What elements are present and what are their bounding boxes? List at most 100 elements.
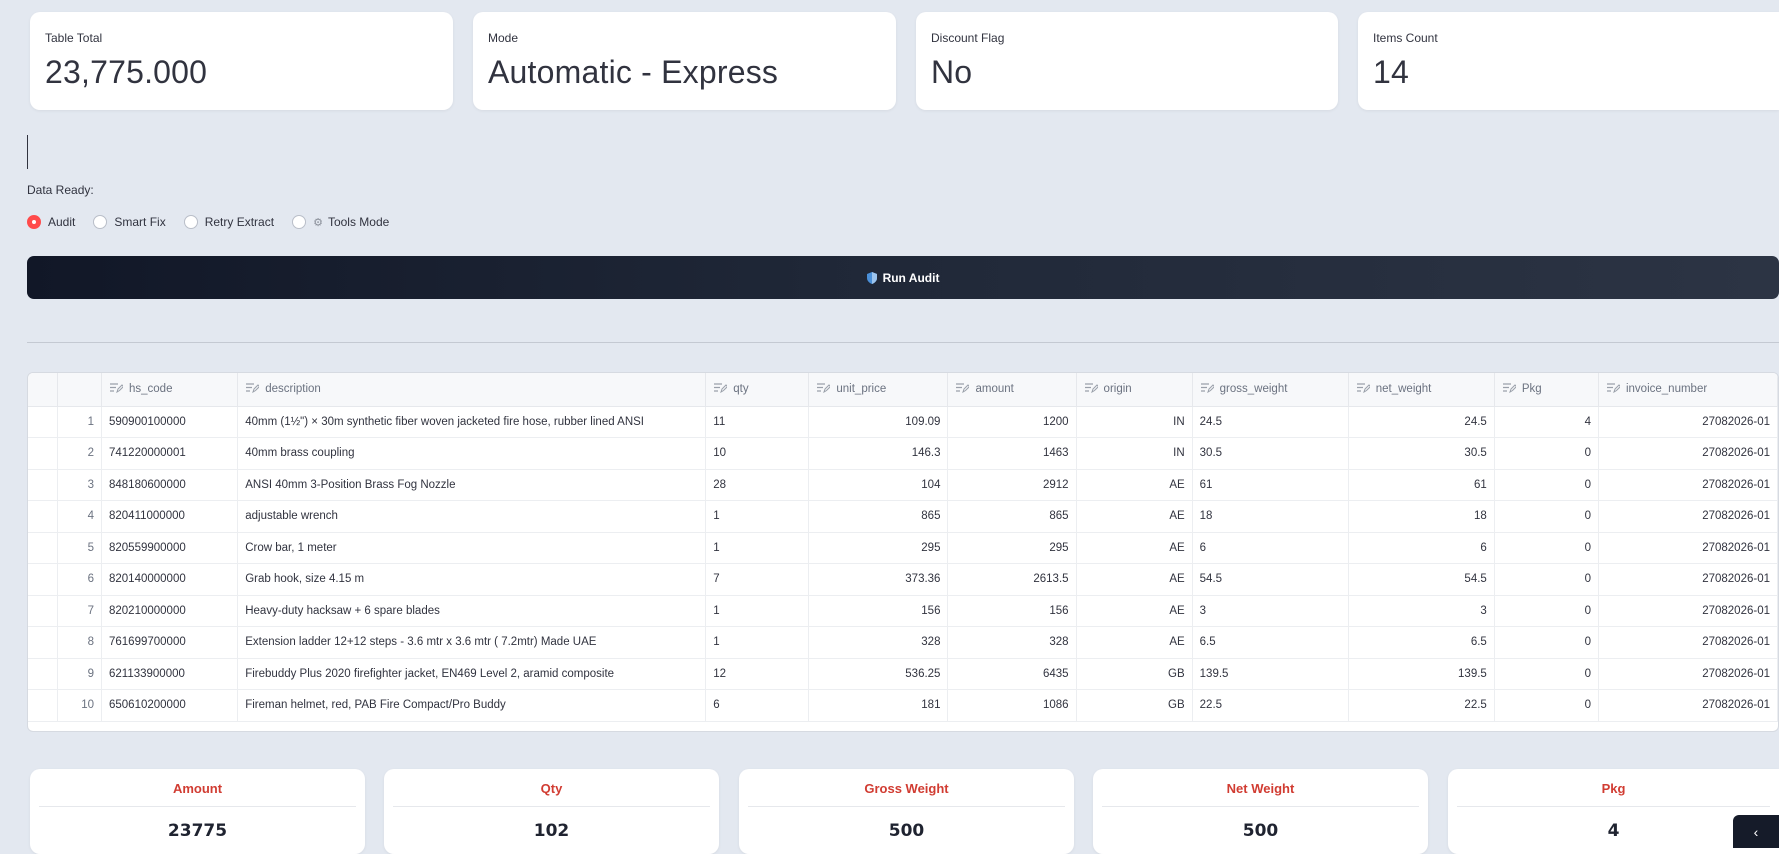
column-header-invoice-number[interactable]: invoice_number	[1598, 373, 1778, 407]
table-cell[interactable]: 0	[1494, 563, 1599, 596]
table-cell[interactable]: 156	[947, 595, 1077, 627]
table-cell[interactable]: IN	[1076, 437, 1193, 470]
table-cell[interactable]: 761699700000	[101, 626, 239, 659]
radio-tools-mode[interactable]: ⚙ Tools Mode	[292, 215, 389, 229]
table-cell[interactable]: 0	[1494, 689, 1599, 722]
radio-audit[interactable]: Audit	[27, 215, 75, 229]
radio-button[interactable]	[183, 215, 198, 229]
table-cell[interactable]: 27082026-01	[1598, 689, 1778, 722]
table-cell[interactable]: 10	[705, 437, 810, 470]
table-cell[interactable]: 27082026-01	[1598, 563, 1778, 596]
table-cell[interactable]: 3	[1348, 595, 1495, 627]
table-row[interactable]: 5 820559900000 Crow bar, 1 meter 1 295 295 AE 6…	[28, 532, 1778, 564]
table-cell[interactable]: 30.5	[1348, 437, 1495, 470]
table-cell[interactable]: 865	[947, 500, 1077, 533]
table-cell[interactable]: Crow bar, 1 meter	[237, 532, 707, 564]
table-cell[interactable]: 2613.5	[947, 563, 1077, 596]
table-cell[interactable]: 0	[1494, 626, 1599, 659]
column-header-description[interactable]: description	[237, 373, 707, 407]
table-cell[interactable]: 4	[1494, 406, 1599, 438]
table-cell[interactable]: 22.5	[1348, 689, 1495, 722]
table-cell[interactable]: 820210000000	[101, 595, 239, 627]
table-cell[interactable]: 6	[1192, 532, 1349, 564]
table-cell[interactable]: 54.5	[1192, 563, 1349, 596]
table-cell[interactable]: 156	[808, 595, 949, 627]
radio-smart-fix[interactable]: Smart Fix	[93, 215, 166, 229]
table-cell[interactable]: 295	[947, 532, 1077, 564]
table-cell[interactable]: 27082026-01	[1598, 500, 1778, 533]
column-header-amount[interactable]: amount	[947, 373, 1077, 407]
radio-button[interactable]	[292, 215, 307, 229]
table-cell[interactable]: 1	[705, 532, 810, 564]
table-cell[interactable]: 3	[1192, 595, 1349, 627]
column-header-pkg[interactable]: Pkg	[1494, 373, 1599, 407]
row-select-cell[interactable]	[28, 532, 59, 564]
table-cell[interactable]: 61	[1348, 469, 1495, 501]
column-header-unit-price[interactable]: unit_price	[808, 373, 949, 407]
table-cell[interactable]: 181	[808, 689, 949, 722]
table-cell[interactable]: 109.09	[808, 406, 949, 438]
table-cell[interactable]: AE	[1076, 595, 1193, 627]
row-select-cell[interactable]	[28, 500, 59, 533]
table-cell[interactable]: 1200	[947, 406, 1077, 438]
table-cell[interactable]: ANSI 40mm 3-Position Brass Fog Nozzle	[237, 469, 707, 501]
table-cell[interactable]: 1	[705, 626, 810, 659]
data-grid[interactable]: hs_code description qty unit_price amoun…	[27, 372, 1779, 732]
radio-button-checked[interactable]	[27, 215, 41, 229]
table-cell[interactable]: 865	[808, 500, 949, 533]
row-select-cell[interactable]	[28, 406, 59, 438]
table-cell[interactable]: 295	[808, 532, 949, 564]
table-row[interactable]: 2 741220000001 40mm brass coupling 10 146.3 1…	[28, 437, 1778, 470]
table-row[interactable]: 10 650610200000 Fireman helmet, red, PAB F…	[28, 689, 1778, 722]
table-cell[interactable]: 590900100000	[101, 406, 239, 438]
table-cell[interactable]: 0	[1494, 437, 1599, 470]
table-cell[interactable]: Extension ladder 12+12 steps - 3.6 mtr x…	[237, 626, 707, 659]
table-cell[interactable]: 6.5	[1192, 626, 1349, 659]
table-cell[interactable]: AE	[1076, 563, 1193, 596]
table-cell[interactable]: 1086	[947, 689, 1077, 722]
table-row[interactable]: 7 820210000000 Heavy-duty hacksaw + 6 spar…	[28, 595, 1778, 627]
radio-retry-extract[interactable]: Retry Extract	[183, 215, 274, 229]
table-row[interactable]: 8 761699700000 Extension ladder 12+12 step…	[28, 626, 1778, 659]
table-cell[interactable]: 24.5	[1348, 406, 1495, 438]
table-cell[interactable]: 22.5	[1192, 689, 1349, 722]
table-cell[interactable]: 0	[1494, 532, 1599, 564]
table-cell[interactable]: 27082026-01	[1598, 437, 1778, 470]
column-header-net-weight[interactable]: net_weight	[1348, 373, 1495, 407]
table-cell[interactable]: 328	[947, 626, 1077, 659]
table-cell[interactable]: 621133900000	[101, 658, 239, 690]
table-cell[interactable]: GB	[1076, 658, 1193, 690]
column-header-origin[interactable]: origin	[1076, 373, 1193, 407]
table-cell[interactable]: 18	[1348, 500, 1495, 533]
table-cell[interactable]: AE	[1076, 626, 1193, 659]
row-select-cell[interactable]	[28, 689, 59, 722]
table-cell[interactable]: 0	[1494, 658, 1599, 690]
row-select-cell[interactable]	[28, 595, 59, 627]
row-select-cell[interactable]	[28, 626, 59, 659]
table-cell[interactable]: 40mm (1½") × 30m synthetic fiber woven j…	[237, 406, 707, 438]
collapse-panel-button[interactable]: ‹	[1733, 815, 1779, 848]
table-cell[interactable]: 54.5	[1348, 563, 1495, 596]
table-cell[interactable]: 30.5	[1192, 437, 1349, 470]
table-cell[interactable]: 18	[1192, 500, 1349, 533]
table-cell[interactable]: 536.25	[808, 658, 949, 690]
table-cell[interactable]: 27082026-01	[1598, 658, 1778, 690]
table-cell[interactable]: 139.5	[1348, 658, 1495, 690]
table-cell[interactable]: 12	[705, 658, 810, 690]
table-cell[interactable]: 0	[1494, 595, 1599, 627]
table-cell[interactable]: 6	[1348, 532, 1495, 564]
table-cell[interactable]: 1	[705, 500, 810, 533]
table-row[interactable]: 9 621133900000 Firebuddy Plus 2020 firefig…	[28, 658, 1778, 690]
table-cell[interactable]: 6.5	[1348, 626, 1495, 659]
table-cell[interactable]: 104	[808, 469, 949, 501]
table-cell[interactable]: Fireman helmet, red, PAB Fire Compact/Pr…	[237, 689, 707, 722]
table-cell[interactable]: 820140000000	[101, 563, 239, 596]
table-cell[interactable]: AE	[1076, 469, 1193, 501]
table-row[interactable]: 4 820411000000 adjustable wrench 1 865 865 AE 1…	[28, 500, 1778, 533]
table-cell[interactable]: Heavy-duty hacksaw + 6 spare blades	[237, 595, 707, 627]
table-cell[interactable]: 820411000000	[101, 500, 239, 533]
row-select-cell[interactable]	[28, 563, 59, 596]
table-cell[interactable]: 328	[808, 626, 949, 659]
table-cell[interactable]: adjustable wrench	[237, 500, 707, 533]
table-cell[interactable]: 40mm brass coupling	[237, 437, 707, 470]
